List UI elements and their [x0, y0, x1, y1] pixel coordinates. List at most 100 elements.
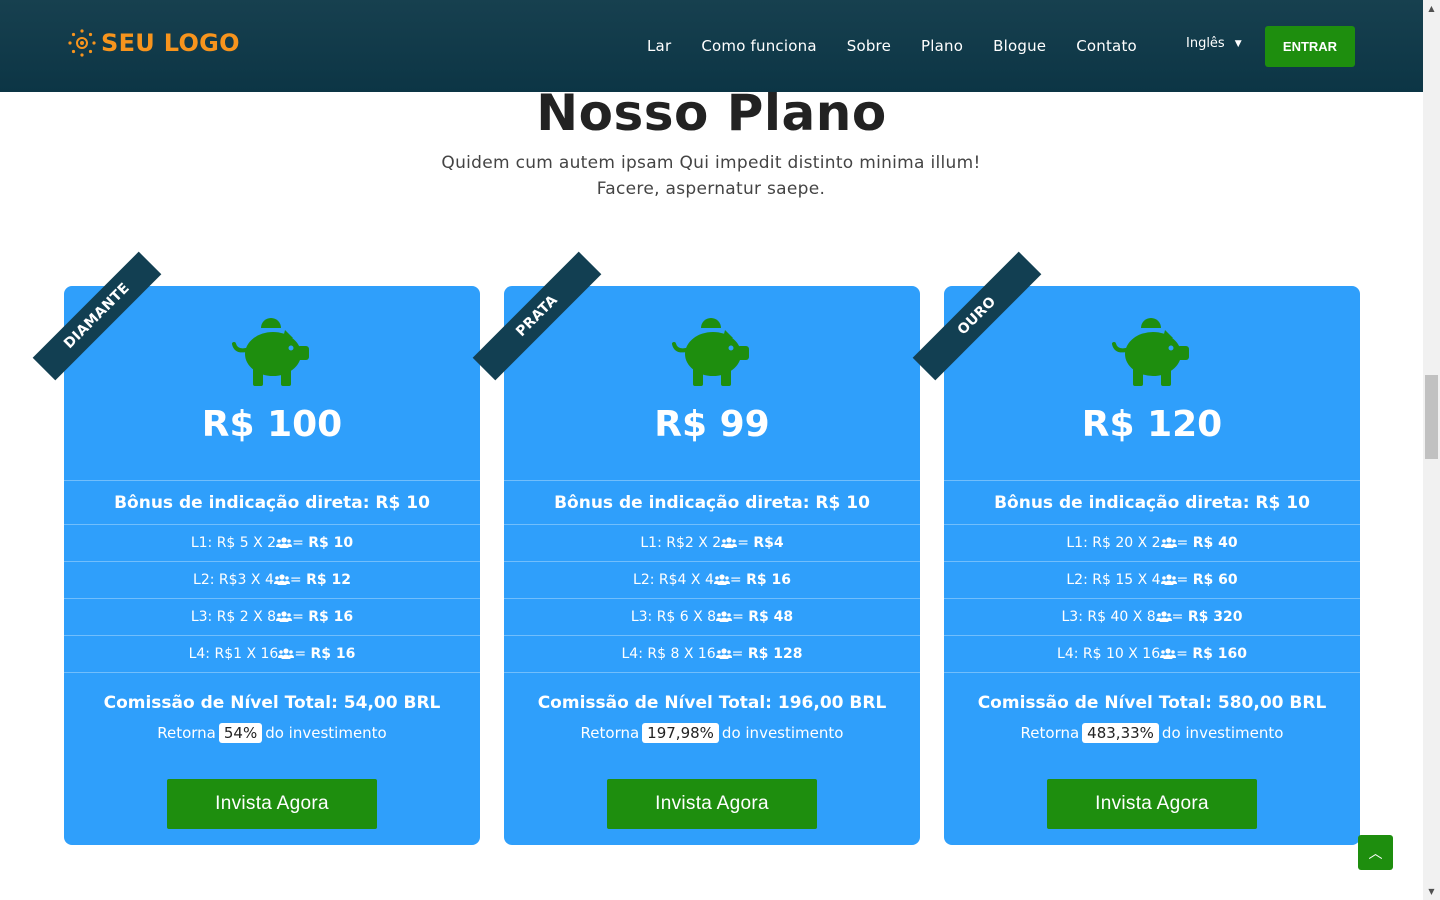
nav-link-plan[interactable]: Plano [921, 37, 963, 55]
piggy-bank-icon [671, 316, 753, 388]
users-icon [273, 574, 290, 587]
total-commission: Comissão de Nível Total: 54,00 BRL [103, 693, 441, 713]
users-icon [721, 537, 738, 550]
level-result: R$ 48 [748, 609, 794, 625]
direct-referral-bonus: Bônus de indicação direta: R$ 10 [504, 480, 920, 524]
level-formula: L2: R$3 X 4 [193, 572, 274, 588]
level-row: L1: R$ 20 X 2 = R$ 40 [944, 524, 1360, 561]
invest-now-button[interactable]: Invista Agora [607, 779, 817, 829]
language-select[interactable]: Inglês ▼ [1186, 36, 1242, 51]
users-icon [1160, 574, 1177, 587]
level-formula: L3: R$ 6 X 8 [630, 609, 717, 625]
page-scrollbar[interactable]: ▲ ▼ [1423, 0, 1440, 900]
returns-percent-badge: 197,98% [642, 723, 719, 743]
plan-price: R$ 99 [654, 404, 770, 445]
nav-link-about[interactable]: Sobre [847, 37, 891, 55]
level-row: L1: R$2 X 2 = R$4 [504, 524, 920, 561]
level-formula: L4: R$1 X 16 [188, 646, 279, 662]
level-row: L3: R$ 40 X 8 = R$ 320 [944, 598, 1360, 635]
plan-price: R$ 120 [1081, 404, 1223, 445]
returns-percent-badge: 483,33% [1082, 723, 1159, 743]
logo-text: SEU LOGO [101, 29, 240, 57]
level-formula: L4: R$ 10 X 16 [1057, 646, 1161, 662]
level-result: R$ 60 [1192, 572, 1238, 588]
returns-line: Retorna 54% do investimento [64, 723, 480, 743]
level-formula: L3: R$ 40 X 8 [1061, 609, 1156, 625]
level-row: L2: R$3 X 4 = R$ 12 [64, 561, 480, 598]
plan-ribbon: DIAMANTE [32, 251, 162, 384]
nav-link-blog[interactable]: Blogue [993, 37, 1046, 55]
level-row: L4: R$ 10 X 16 = R$ 160 [944, 635, 1360, 672]
level-result: R$ 128 [747, 646, 803, 662]
level-row: L4: R$ 8 X 16 = R$ 128 [504, 635, 920, 672]
piggy-bank-icon [231, 316, 313, 388]
main-nav: Lar Como funciona Sobre Plano Blogue Con… [647, 0, 1167, 92]
scroll-thumb[interactable] [1425, 375, 1438, 459]
returns-label: Retorna [1020, 724, 1080, 742]
returns-suffix: do investimento [721, 724, 844, 742]
level-result: R$4 [753, 535, 784, 551]
returns-label: Retorna [580, 724, 640, 742]
header-navbar: SEU LOGO Lar Como funciona Sobre Plano B… [0, 0, 1423, 92]
commission-block: Comissão de Nível Total: 580,00 BRL Retor… [944, 672, 1360, 762]
back-to-top-button[interactable]: ︿ [1358, 835, 1393, 870]
piggy-bank-icon [1111, 316, 1193, 388]
users-icon [713, 574, 730, 587]
language-label: Inglês [1186, 36, 1225, 51]
users-icon [1160, 537, 1177, 550]
level-row: L2: R$ 15 X 4 = R$ 60 [944, 561, 1360, 598]
level-formula: L2: R$4 X 4 [633, 572, 714, 588]
users-icon [276, 611, 293, 624]
direct-referral-bonus: Bônus de indicação direta: R$ 10 [944, 480, 1360, 524]
scroll-down-arrow[interactable]: ▼ [1423, 883, 1440, 900]
level-formula: L1: R$ 20 X 2 [1066, 535, 1161, 551]
users-icon [716, 611, 733, 624]
chevron-up-icon: ︿ [1368, 845, 1383, 862]
scroll-up-arrow[interactable]: ▲ [1423, 0, 1440, 17]
level-result: R$ 16 [310, 646, 356, 662]
level-row: L3: R$ 2 X 8 = R$ 16 [64, 598, 480, 635]
total-commission: Comissão de Nível Total: 580,00 BRL [977, 693, 1327, 713]
invest-now-button[interactable]: Invista Agora [167, 779, 377, 829]
level-row: L2: R$4 X 4 = R$ 16 [504, 561, 920, 598]
users-icon [1160, 648, 1177, 661]
returns-line: Retorna 483,33% do investimento [944, 723, 1360, 743]
login-button[interactable]: ENTRAR [1265, 26, 1355, 67]
plan-price: R$ 100 [201, 404, 343, 445]
chevron-down-icon: ▼ [1234, 38, 1242, 49]
returns-label: Retorna [157, 724, 216, 742]
section-title: Nosso Plano [536, 84, 887, 142]
level-row: L1: R$ 5 X 2 = R$ 10 [64, 524, 480, 561]
total-commission: Comissão de Nível Total: 196,00 BRL [537, 693, 887, 713]
level-formula: L1: R$2 X 2 [640, 535, 722, 551]
level-result: R$ 16 [746, 572, 791, 588]
level-result: R$ 320 [1187, 609, 1243, 625]
sun-logo-icon [68, 29, 96, 57]
users-icon [1155, 611, 1172, 624]
level-formula: L4: R$ 8 X 16 [621, 646, 716, 662]
nav-link-home[interactable]: Lar [647, 37, 671, 55]
page: SEU LOGO Lar Como funciona Sobre Plano B… [0, 0, 1440, 900]
plan-ribbon-label: DIAMANTE [32, 251, 162, 381]
section-subtitle: Quidem cum autem ipsam Qui impedit disti… [441, 153, 981, 199]
users-icon [278, 648, 295, 661]
level-result: R$ 16 [308, 609, 354, 625]
direct-referral-bonus: Bônus de indicação direta: R$ 10 [64, 480, 480, 524]
users-icon [715, 648, 732, 661]
logo[interactable]: SEU LOGO [67, 28, 240, 58]
invest-now-button[interactable]: Invista Agora [1047, 779, 1257, 829]
plan-ribbon-label: OURO [912, 251, 1042, 381]
plan-ribbon-label: PRATA [472, 251, 602, 381]
returns-line: Retorna 197,98% do investimento [504, 723, 920, 743]
nav-link-contact[interactable]: Contato [1076, 37, 1137, 55]
commission-block: Comissão de Nível Total: 196,00 BRL Retor… [504, 672, 920, 762]
level-result: R$ 40 [1192, 535, 1238, 551]
plan-ribbon: OURO [912, 251, 1042, 384]
nav-link-how-it-works[interactable]: Como funciona [701, 37, 816, 55]
returns-suffix: do investimento [1161, 724, 1284, 742]
level-row: L4: R$1 X 16 = R$ 16 [64, 635, 480, 672]
level-formula: L1: R$ 5 X 2 [190, 535, 277, 551]
level-result: R$ 10 [308, 535, 354, 551]
plan-ribbon: PRATA [472, 251, 602, 384]
level-row: L3: R$ 6 X 8 = R$ 48 [504, 598, 920, 635]
